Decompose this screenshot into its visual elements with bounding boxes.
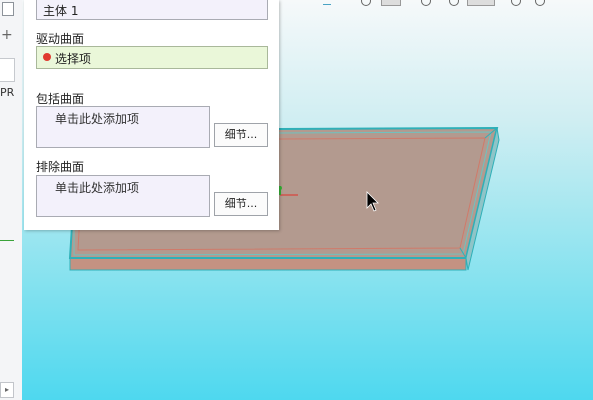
include-surfaces-placeholder: 单击此处添加项 — [55, 112, 140, 126]
exclude-details-button[interactable]: 细节... — [214, 192, 268, 216]
body-field-value: 主体 1 — [43, 4, 79, 18]
truncated-label: PR — [0, 86, 15, 99]
display-style-icon[interactable] — [467, 0, 495, 6]
plate-front-face — [69, 257, 467, 271]
include-surfaces-list[interactable]: 单击此处添加项 — [36, 106, 210, 148]
body-field[interactable]: 主体 1 — [36, 0, 268, 20]
selection-status-dot-icon — [43, 53, 51, 61]
driving-surface-selector[interactable]: 选择项 — [36, 46, 268, 69]
pan-icon[interactable] — [421, 0, 431, 6]
exclude-surfaces-placeholder: 单击此处添加项 — [55, 181, 140, 195]
saved-view-icon[interactable] — [511, 0, 521, 6]
property-panel: 主体 1 驱动曲面 选择项 包括曲面 单击此处添加项 细节... 排除曲面 单击… — [24, 0, 279, 230]
driving-surface-selector-text: 选择项 — [55, 52, 92, 66]
zoom-box-icon[interactable] — [381, 0, 401, 6]
view-tool-icon[interactable] — [323, 0, 331, 5]
document-icon[interactable] — [2, 2, 14, 16]
exclude-surfaces-list[interactable]: 单击此处添加项 — [36, 175, 210, 217]
driving-surface-label: 驱动曲面 — [36, 32, 85, 46]
exclude-surfaces-label: 排除曲面 — [36, 160, 85, 174]
include-surfaces-label: 包括曲面 — [36, 92, 85, 106]
include-details-button[interactable]: 细节... — [214, 123, 268, 147]
more-icon[interactable] — [535, 0, 545, 6]
rotate-icon[interactable] — [449, 0, 459, 6]
add-icon[interactable]: + — [1, 28, 13, 42]
left-side-strip: + PR ▸ — [0, 0, 23, 400]
scroll-right-arrow[interactable]: ▸ — [0, 382, 14, 398]
side-panel-button[interactable] — [0, 58, 15, 82]
view-toolbar — [303, 0, 563, 6]
green-indicator-line — [0, 240, 14, 241]
zoom-icon[interactable] — [361, 0, 371, 6]
